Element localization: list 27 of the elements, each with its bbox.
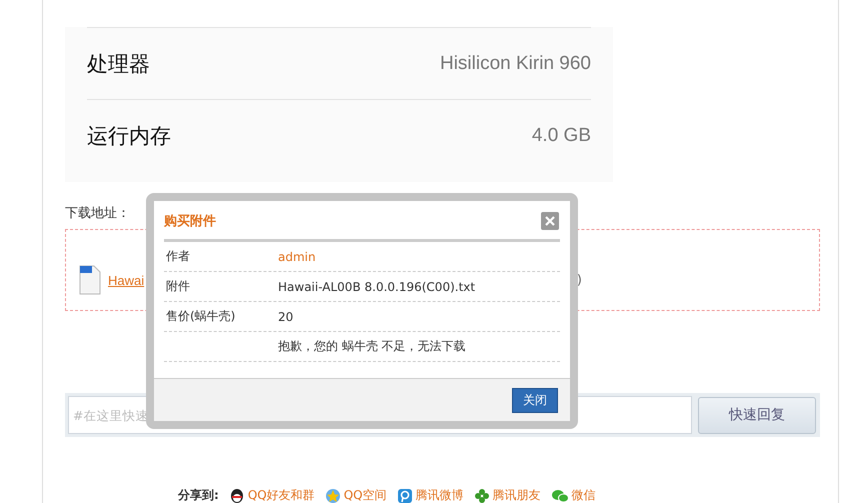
clover-icon [474,488,490,503]
field-value: Hawaii-AL00B 8.0.0.196(C00).txt [278,280,476,294]
field-label: 作者 [166,249,190,263]
close-icon[interactable] [541,212,559,230]
spec-value: Hisilicon Kirin 960 [440,52,591,74]
close-button[interactable]: 关闭 [512,388,558,412]
spec-value: 4.0 GB [532,124,591,146]
spec-label: 处理器 [87,50,150,78]
spec-label: 运行内存 [87,122,171,150]
quick-reply-button[interactable]: 快速回复 [698,396,816,434]
share-label: 分享到: [178,487,219,503]
attachment-link[interactable]: Hawai [108,272,144,288]
field-value: 20 [278,310,294,324]
share-link[interactable]: QQ空间 [344,487,387,503]
field-label: 售价(蜗牛壳) [166,309,236,323]
share-link[interactable]: 微信 [572,487,596,503]
attachment-info: ) [576,272,582,288]
star-icon [324,488,341,503]
field-value: 抱歉，您的 蜗牛壳 不足，无法下载 [278,338,466,355]
download-label: 下载地址： [65,206,130,221]
field-label: 附件 [166,279,190,293]
dialog-title: 购买附件 [164,212,216,230]
text-file-icon [79,265,101,295]
share-link[interactable]: 腾讯微博 [416,487,464,503]
author-link[interactable]: admin [278,250,316,264]
share-link[interactable]: 腾讯朋友 [492,487,541,503]
share-link[interactable]: QQ好友和群 [248,487,315,503]
